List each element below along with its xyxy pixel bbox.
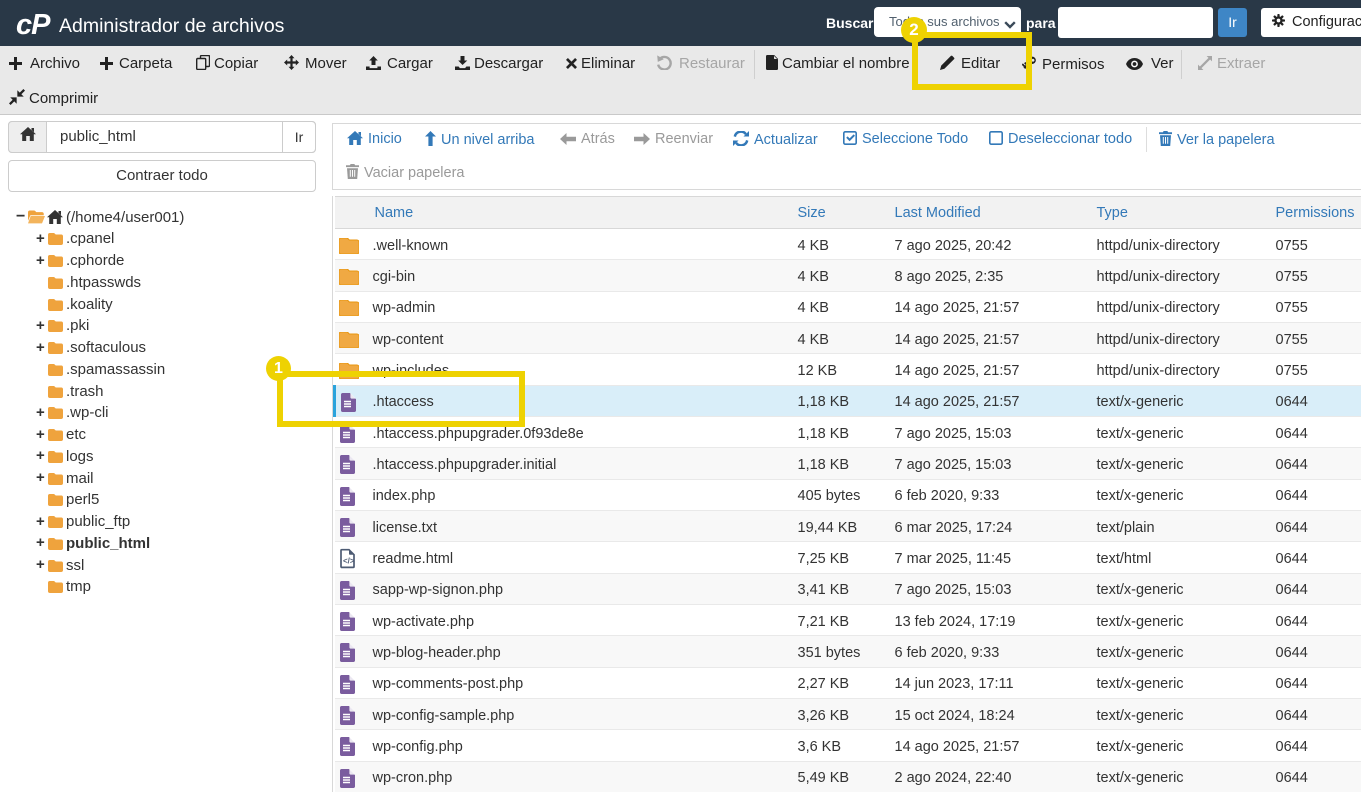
svg-text:</>: </> xyxy=(343,557,355,566)
